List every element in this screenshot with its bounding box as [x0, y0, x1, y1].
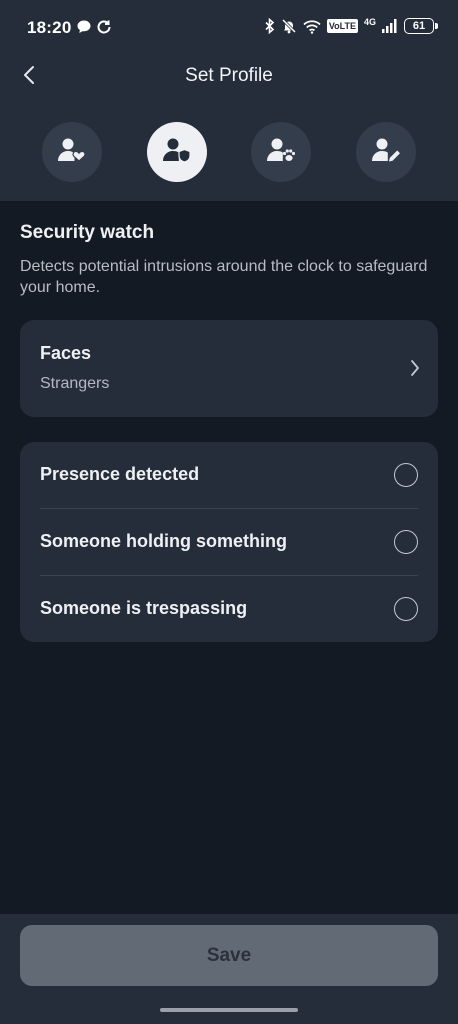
status-notification-icons — [76, 19, 112, 35]
bluetooth-icon — [265, 18, 275, 34]
option-presence-detected[interactable]: Presence detected — [20, 442, 438, 509]
person-paw-icon — [267, 137, 296, 168]
signal-icon — [382, 19, 398, 33]
network-type: 4G — [363, 16, 376, 27]
option-someone-holding-something[interactable]: Someone holding something — [20, 509, 438, 576]
app-header: Set Profile — [0, 56, 458, 98]
section-description: Detects potential intrusions around the … — [20, 258, 428, 296]
faces-row[interactable]: Faces Strangers — [20, 320, 438, 417]
person-heart-icon — [58, 137, 86, 168]
option-label: Presence detected — [40, 464, 200, 484]
save-button[interactable]: Save — [20, 925, 438, 986]
home-indicator[interactable] — [160, 1008, 298, 1012]
radio-button[interactable] — [394, 463, 418, 487]
detection-options: Presence detected Someone holding someth… — [20, 442, 438, 642]
top-header-area: 18:20 VoLTE 4G 61 Set Profile — [0, 0, 458, 201]
profile-steps — [0, 122, 458, 182]
radio-button[interactable] — [394, 597, 418, 621]
chat-bubble-icon — [76, 19, 92, 35]
mute-bell-icon — [281, 18, 297, 34]
person-shield-icon — [163, 137, 191, 168]
radio-button[interactable] — [394, 530, 418, 554]
wifi-icon — [303, 19, 321, 34]
step-person-paw[interactable] — [251, 122, 311, 182]
step-person-edit[interactable] — [356, 122, 416, 182]
person-edit-icon — [372, 137, 400, 168]
status-bar: 18:20 VoLTE 4G 61 — [0, 0, 458, 56]
step-person-heart[interactable] — [42, 122, 102, 182]
volte-badge: VoLTE — [326, 19, 358, 33]
chevron-right-icon — [410, 359, 420, 382]
option-someone-is-trespassing[interactable]: Someone is trespassing — [20, 576, 438, 643]
sync-icon — [96, 19, 112, 35]
battery-indicator: 61 — [404, 18, 438, 34]
option-label: Someone is trespassing — [40, 598, 248, 618]
option-label: Someone holding something — [40, 531, 287, 551]
security-watch-section: Security watch Detects potential intrusi… — [20, 222, 438, 298]
faces-value: Strangers — [40, 375, 110, 392]
bottom-bar: Save — [0, 914, 458, 1024]
faces-label: Faces — [40, 343, 92, 363]
status-system-icons: VoLTE 4G 61 — [265, 16, 438, 34]
status-time: 18:20 — [27, 18, 72, 37]
step-person-shield[interactable] — [147, 122, 207, 182]
page-title: Set Profile — [185, 65, 273, 86]
section-title: Security watch — [20, 222, 155, 243]
